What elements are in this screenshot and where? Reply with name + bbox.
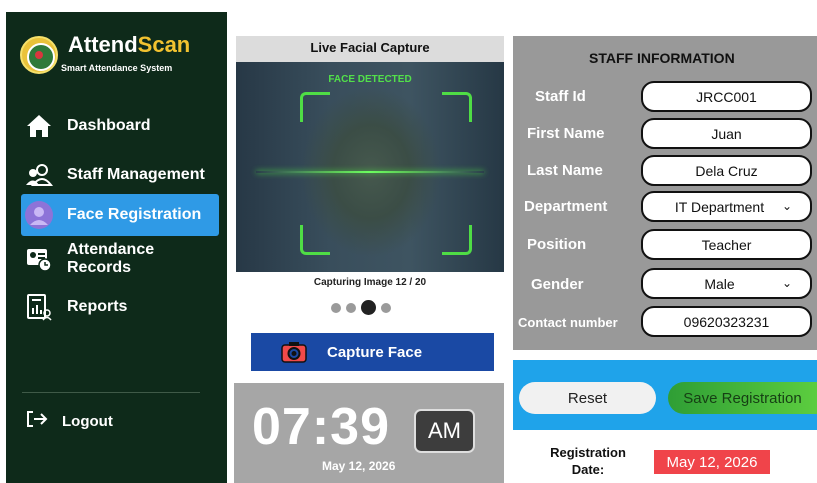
logout-icon <box>26 410 50 433</box>
app-root: AttendScan Smart Attendance System Dashb… <box>0 0 817 483</box>
department-label: Department <box>524 198 608 215</box>
sidebar-item-attendance-records[interactable]: Attendance Records <box>21 238 219 280</box>
position-field[interactable]: Teacher <box>641 229 812 260</box>
chevron-down-icon: ⌄ <box>781 199 792 213</box>
sidebar-item-label: Reports <box>67 298 128 315</box>
home-icon <box>25 112 53 140</box>
face-scan-icon <box>25 201 53 229</box>
brand-name: Attend <box>68 32 138 57</box>
panel-title: STAFF INFORMATION <box>589 50 735 66</box>
first-name-field[interactable]: Juan <box>641 118 812 149</box>
gender-label: Gender <box>531 276 584 293</box>
last-name-value: Dela Cruz <box>695 162 758 179</box>
sidebar-item-label: Attendance Records <box>67 241 155 276</box>
sidebar-item-label: Staff Management <box>67 166 205 183</box>
sidebar-item-label: Face Registration <box>67 206 202 223</box>
staff-id-field[interactable]: JRCC001 <box>641 81 812 112</box>
department-select[interactable]: IT Department ⌄ <box>641 191 812 222</box>
first-name-value: Juan <box>711 125 742 142</box>
actions-panel: Reset Save Registration <box>513 360 817 430</box>
first-name-label: First Name <box>527 125 605 142</box>
logout-button[interactable]: Logout <box>26 410 113 433</box>
reset-button[interactable]: Reset <box>519 382 656 414</box>
users-icon <box>25 161 54 189</box>
department-value: IT Department <box>674 198 765 215</box>
clock-panel: 07:39 AM May 12, 2026 <box>234 383 504 483</box>
scan-line <box>256 171 484 173</box>
staff-id-value: JRCC001 <box>696 88 757 105</box>
camera-panel: Live Facial Capture FACE DETECTED <box>236 36 504 272</box>
face-detected-status: FACE DETECTED <box>328 74 412 85</box>
progress-dot <box>361 300 376 315</box>
capture-progress-text: Capturing Image 12 / 20 <box>313 277 427 288</box>
progress-dot <box>346 302 356 313</box>
scan-frame-corner <box>300 225 330 255</box>
clock-time: 07:39 <box>252 398 390 456</box>
clock-date: May 12, 2026 <box>322 459 396 473</box>
staff-information-panel: STAFF INFORMATION Staff Id JRCC001 First… <box>513 36 817 350</box>
last-name-field[interactable]: Dela Cruz <box>641 155 812 186</box>
camera-icon <box>281 341 307 363</box>
logout-label: Logout <box>62 413 113 430</box>
last-name-label: Last Name <box>527 162 603 179</box>
app-subtitle: Smart Attendance System <box>61 63 173 73</box>
school-seal-logo <box>20 36 58 74</box>
sidebar-divider <box>22 392 200 393</box>
sidebar-item-staff-management[interactable]: Staff Management <box>21 154 219 196</box>
sidebar-item-reports[interactable]: Reports <box>21 286 219 328</box>
records-icon <box>25 245 53 273</box>
registration-date-value: May 12, 2026 <box>654 450 770 474</box>
scan-frame-corner <box>300 92 330 122</box>
capture-face-button[interactable]: Capture Face <box>251 333 494 371</box>
contact-number-label: Contact number <box>518 315 618 330</box>
progress-dot <box>381 302 391 313</box>
contact-number-value: 09620323231 <box>683 313 770 330</box>
scan-frame-corner <box>442 225 472 255</box>
camera-feed: FACE DETECTED <box>236 62 504 272</box>
save-registration-button[interactable]: Save Registration <box>668 382 817 414</box>
registration-date-label: Registration Date: <box>538 444 638 478</box>
clock-ampm: AM <box>414 409 475 453</box>
gender-value: Male <box>704 275 735 292</box>
sidebar-item-face-registration[interactable]: Face Registration <box>21 194 219 236</box>
capture-face-label: Capture Face <box>327 343 423 361</box>
registration-label-line1: Registration <box>550 445 626 460</box>
brand-accent: Scan <box>137 32 191 57</box>
report-icon <box>25 293 53 321</box>
position-label: Position <box>527 236 587 253</box>
capture-progress-dots <box>331 300 391 315</box>
staff-id-label: Staff Id <box>535 88 586 105</box>
sidebar-item-dashboard[interactable]: Dashboard <box>21 105 219 147</box>
chevron-down-icon: ⌄ <box>781 276 792 290</box>
scan-frame-corner <box>442 92 472 122</box>
registration-label-line2: Date: <box>571 462 605 477</box>
gender-select[interactable]: Male ⌄ <box>641 268 812 299</box>
sidebar: AttendScan Smart Attendance System Dashb… <box>6 12 227 483</box>
app-brand: AttendScan <box>68 32 190 58</box>
contact-number-field[interactable]: 09620323231 <box>641 306 812 337</box>
progress-dot <box>331 302 341 313</box>
position-value: Teacher <box>701 236 752 253</box>
camera-title: Live Facial Capture <box>310 40 430 55</box>
sidebar-item-label: Dashboard <box>67 117 151 134</box>
